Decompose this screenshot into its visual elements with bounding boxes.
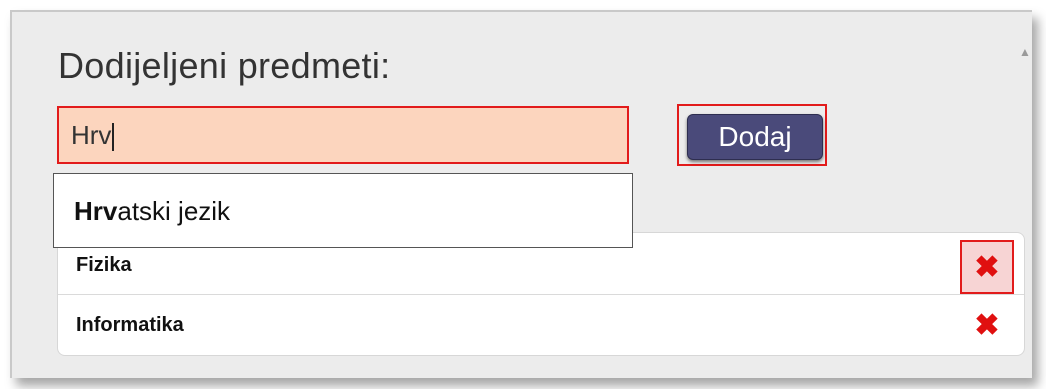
add-button[interactable]: Dodaj (687, 114, 823, 160)
screenshot-frame: ▲ Dodijeljeni predmeti: Hrv Dodaj Fizika… (0, 0, 1046, 389)
subject-search-input[interactable]: Hrv (57, 106, 629, 164)
add-button-highlight: Dodaj (677, 104, 827, 166)
autocomplete-dropdown: Hrvatski jezik (53, 173, 633, 248)
scroll-up-icon[interactable]: ▲ (1018, 42, 1032, 62)
suggestion-match: Hrv (74, 196, 118, 226)
assigned-subjects-list: Fizika ✖ Informatika ✖ (57, 232, 1025, 356)
close-icon[interactable]: ✖ (960, 300, 1014, 354)
text-caret (112, 123, 115, 152)
list-item: Informatika ✖ (58, 295, 1024, 355)
close-icon[interactable]: ✖ (960, 240, 1014, 294)
suggestion-rest: atski jezik (117, 196, 231, 226)
subject-label: Informatika (76, 314, 184, 336)
page-title: Dodijeljeni predmeti: (58, 45, 391, 86)
search-input-value: Hrv (71, 120, 112, 150)
autocomplete-option[interactable]: Hrvatski jezik (74, 174, 230, 249)
